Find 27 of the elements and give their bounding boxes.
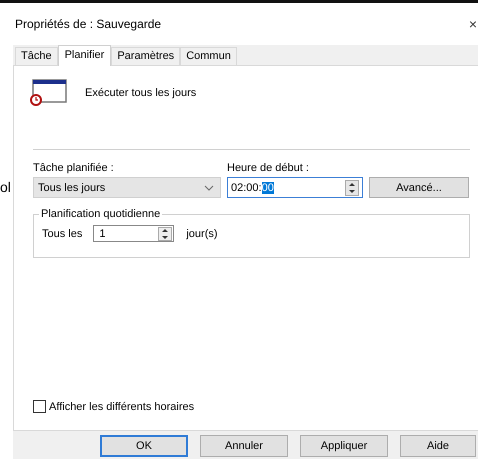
window-title: Propriétés de : Sauvegarde <box>15 17 162 31</box>
field-label: Tous les <box>42 228 82 240</box>
spinner-icon[interactable] <box>345 180 359 196</box>
dialog-button[interactable]: Aide <box>400 435 476 457</box>
unit-label: jour(s) <box>186 228 218 240</box>
schedule-summary: Exécuter tous les jours <box>85 86 196 98</box>
field-label: Heure de début : <box>227 162 310 174</box>
dialog-button[interactable]: OK <box>100 435 188 457</box>
background-text: ol <box>0 179 11 195</box>
time-field[interactable]: 02:00:00 <box>227 177 363 198</box>
number-field[interactable]: 1 <box>93 225 174 242</box>
schedule-dropdown[interactable]: Tous les jours <box>33 177 221 198</box>
advanced-button[interactable]: Avancé... <box>369 177 469 198</box>
tab[interactable]: Planifier <box>58 45 112 66</box>
field-label: Tâche planifiée : <box>33 162 115 174</box>
tab[interactable]: Paramètres <box>111 47 180 65</box>
checkbox[interactable] <box>33 400 46 413</box>
group-legend: Planification quotidienne <box>39 208 162 220</box>
chevron-down-icon <box>204 184 214 190</box>
spinner-icon[interactable] <box>158 226 172 240</box>
window-clock-icon <box>29 79 67 106</box>
dialog-button[interactable]: Appliquer <box>300 435 388 457</box>
dialog-button[interactable]: Annuler <box>200 435 288 457</box>
close-button[interactable]: × <box>468 16 478 32</box>
tab[interactable]: Tâche <box>15 47 58 65</box>
tab[interactable]: Commun <box>180 47 237 65</box>
checkbox-label: Afficher les différents horaires <box>49 400 194 412</box>
